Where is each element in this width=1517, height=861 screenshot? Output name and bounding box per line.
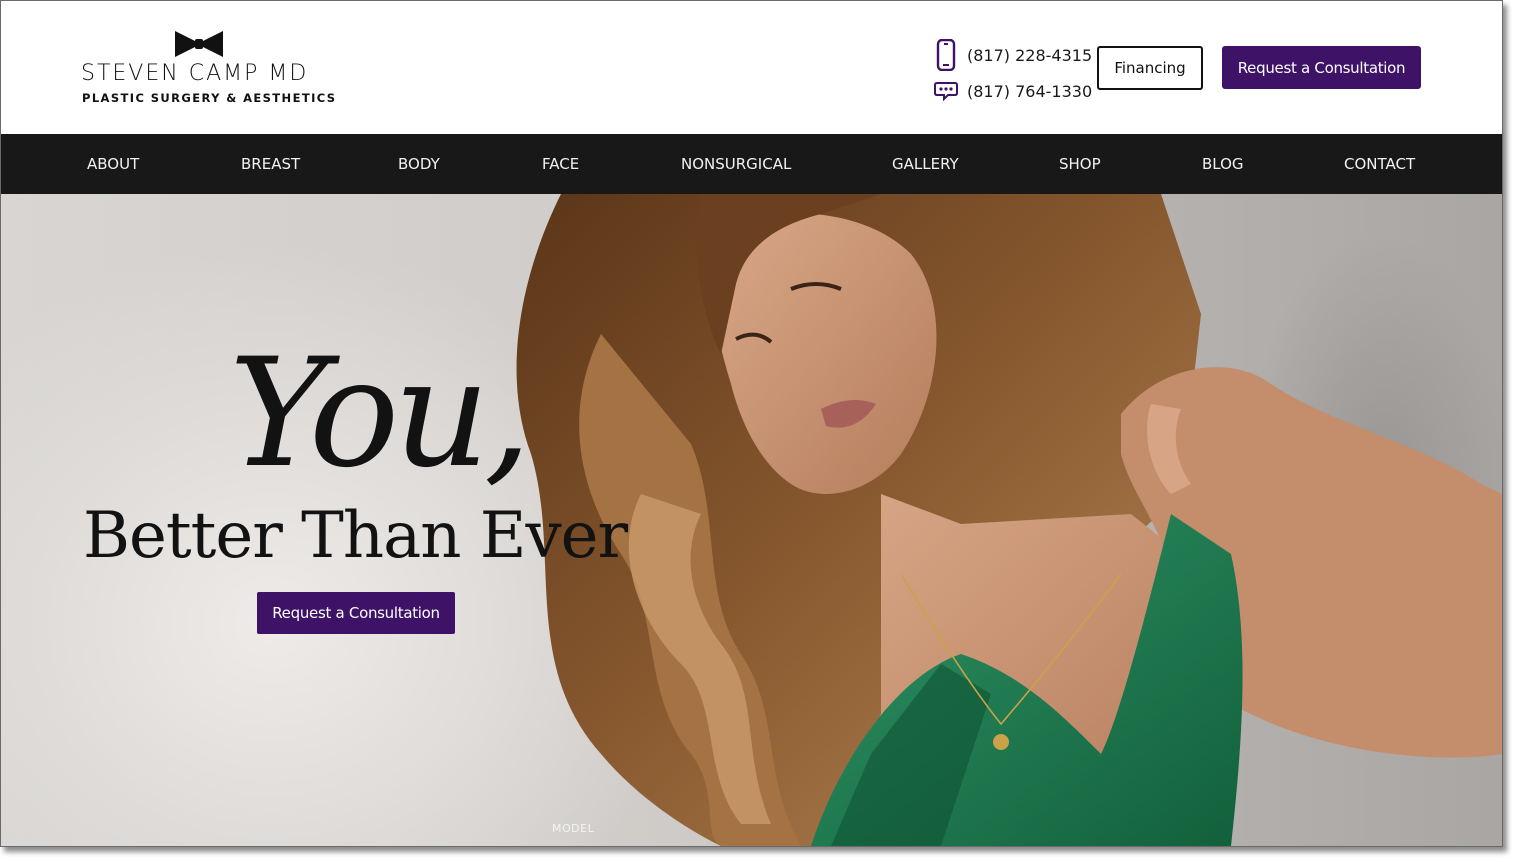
nav-item-about[interactable]: ABOUT <box>87 134 139 194</box>
nav-item-breast[interactable]: BREAST <box>241 134 300 194</box>
phone-text[interactable]: (817) 764-1330 <box>933 73 1092 109</box>
nav-item-gallery[interactable]: GALLERY <box>892 134 959 194</box>
nav-item-nonsurgical[interactable]: NONSURGICAL <box>681 134 791 194</box>
chat-bubble-icon <box>933 81 959 101</box>
phone-primary[interactable]: (817) 228-4315 <box>933 37 1092 73</box>
request-consultation-button[interactable]: Request a Consultation <box>1222 46 1421 89</box>
logo-name: STEVEN CAMP MD <box>81 61 309 86</box>
nav-item-body[interactable]: BODY <box>398 134 440 194</box>
phone-primary-number: (817) 228-4315 <box>967 45 1093 65</box>
hero-subheadline: Better Than Ever <box>83 499 628 573</box>
hero-section: You, Better Than Ever Request a Consulta… <box>1 194 1502 846</box>
mobile-phone-icon <box>933 39 959 71</box>
nav-item-blog[interactable]: BLOG <box>1202 134 1244 194</box>
nav-item-contact[interactable]: CONTACT <box>1344 134 1415 194</box>
hero-request-consultation-button[interactable]: Request a Consultation <box>257 592 455 634</box>
browser-viewport: STEVEN CAMP MD PLASTIC SURGERY & AESTHET… <box>0 0 1503 847</box>
phone-text-number: (817) 764-1330 <box>967 81 1093 101</box>
main-nav: ABOUT BREAST BODY FACE NONSURGICAL GALLE… <box>1 134 1502 194</box>
hero-headline: You, <box>229 327 532 501</box>
nav-item-shop[interactable]: SHOP <box>1059 134 1101 194</box>
nav-item-face[interactable]: FACE <box>542 134 579 194</box>
phone-list: (817) 228-4315 (817) 764-1330 <box>933 37 1092 109</box>
logo-tagline: PLASTIC SURGERY & AESTHETICS <box>82 91 337 105</box>
bow-tie-icon <box>175 31 223 57</box>
model-caption: MODEL <box>552 822 595 835</box>
site-header: STEVEN CAMP MD PLASTIC SURGERY & AESTHET… <box>1 1 1502 134</box>
site-logo[interactable]: STEVEN CAMP MD PLASTIC SURGERY & AESTHET… <box>81 27 335 117</box>
financing-button[interactable]: Financing <box>1097 46 1203 90</box>
